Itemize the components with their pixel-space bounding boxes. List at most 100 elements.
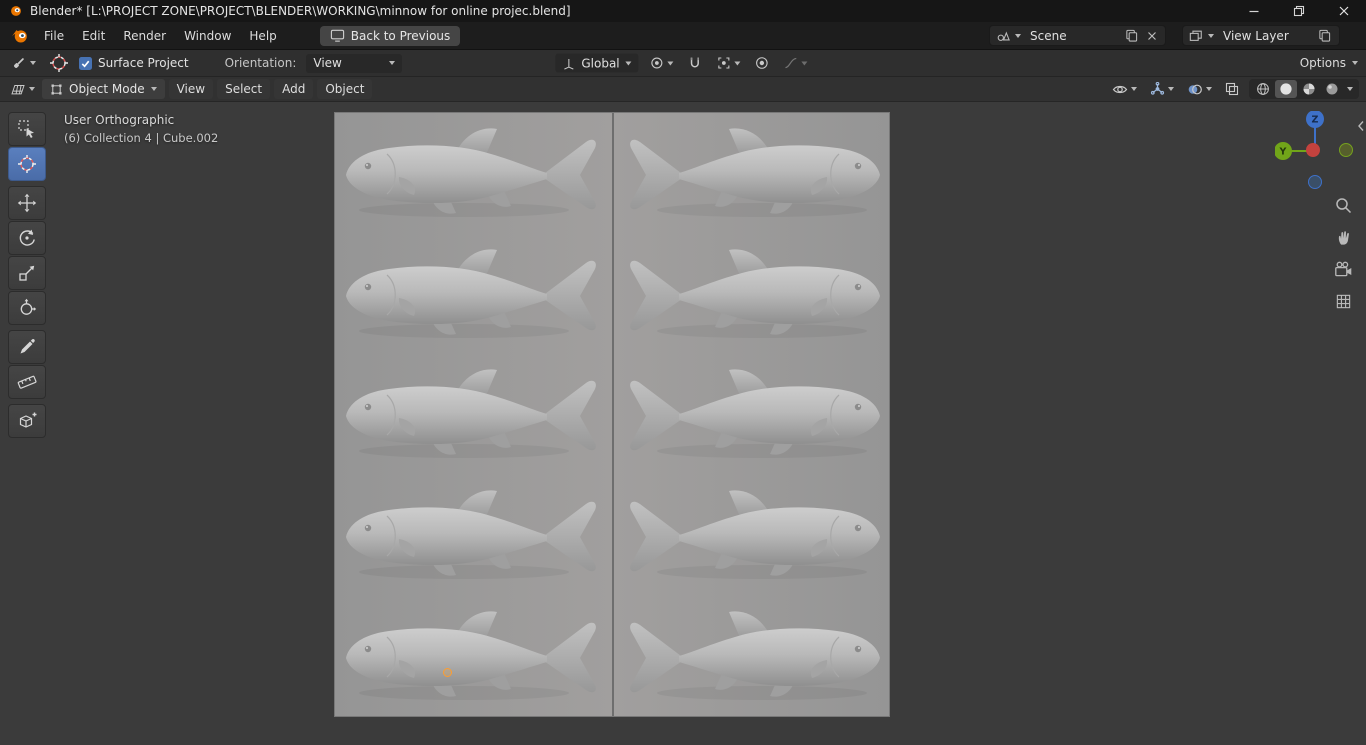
- orientation-dropdown[interactable]: View: [306, 53, 403, 73]
- tool-settings-bar: Surface Project Orientation: View Global: [0, 50, 1366, 77]
- plane-left-half[interactable]: [335, 113, 612, 716]
- tool-measure[interactable]: [8, 365, 46, 399]
- tool-rotate[interactable]: [8, 221, 46, 255]
- tool-transform[interactable]: [8, 291, 46, 325]
- axes-icon: [564, 58, 574, 70]
- active-object-label: (6) Collection 4 | Cube.002: [64, 131, 219, 145]
- ground-plane[interactable]: [335, 113, 889, 716]
- blender-logo-icon: [9, 4, 23, 18]
- chevron-down-icon: [1168, 87, 1174, 91]
- xray-icon: [1225, 82, 1239, 96]
- camera-view-control[interactable]: [1332, 258, 1354, 280]
- new-view-layer-button[interactable]: [1316, 27, 1333, 44]
- window-title: Blender* [L:\PROJECT ZONE\PROJECT\BLENDE…: [30, 4, 571, 18]
- xray-toggle-button[interactable]: [1222, 80, 1242, 98]
- tool-move[interactable]: [8, 186, 46, 220]
- new-scene-button[interactable]: [1123, 27, 1140, 44]
- fish-model[interactable]: [338, 485, 610, 585]
- viewport-canvas[interactable]: User Orthographic (6) Collection 4 | Cub…: [0, 102, 1366, 745]
- tool-cursor[interactable]: [8, 147, 46, 181]
- transform-orientation-dropdown[interactable]: Global: [555, 53, 639, 73]
- shading-rendered-button[interactable]: [1321, 80, 1343, 98]
- surface-project-checkbox[interactable]: [79, 56, 92, 70]
- menu-render[interactable]: Render: [114, 26, 175, 46]
- tool-scale[interactable]: [8, 256, 46, 290]
- fish-model[interactable]: [616, 244, 888, 344]
- tool-select-box[interactable]: [8, 112, 46, 146]
- mode-dropdown[interactable]: Object Mode: [42, 79, 165, 99]
- zoom-control[interactable]: [1332, 194, 1354, 216]
- fish-model[interactable]: [616, 364, 888, 464]
- scene-name[interactable]: Scene: [1026, 29, 1118, 43]
- menu-help[interactable]: Help: [240, 26, 285, 46]
- pivot-point-dropdown[interactable]: [647, 54, 677, 73]
- grid-icon: [1336, 294, 1350, 308]
- close-button[interactable]: [1321, 0, 1366, 22]
- chevron-down-icon: [801, 61, 808, 65]
- proportional-editing-toggle[interactable]: [752, 54, 773, 73]
- chevron-down-icon: [734, 61, 741, 65]
- fish-model[interactable]: [338, 244, 610, 344]
- viewport-nav-controls: [1332, 194, 1354, 312]
- eye-icon: [1112, 85, 1128, 93]
- plane-right-half[interactable]: [612, 113, 889, 716]
- fish-model[interactable]: [616, 606, 888, 706]
- object-visibility-dropdown[interactable]: [1109, 81, 1140, 98]
- tool-annotate[interactable]: [8, 330, 46, 364]
- snap-target-icon: [718, 57, 730, 69]
- fish-model[interactable]: [616, 485, 888, 585]
- chevron-down-icon: [1131, 87, 1137, 91]
- menu-window[interactable]: Window: [175, 26, 240, 46]
- menu-view[interactable]: View: [168, 79, 214, 99]
- pan-control[interactable]: [1332, 226, 1354, 248]
- snap-settings-dropdown[interactable]: [714, 54, 744, 73]
- menu-add[interactable]: Add: [274, 79, 314, 99]
- snap-toggle-button[interactable]: [685, 54, 706, 73]
- options-label: Options: [1299, 56, 1346, 70]
- unlink-scene-button[interactable]: [1145, 29, 1159, 43]
- editor-type-button[interactable]: [7, 80, 38, 99]
- shading-solid-button[interactable]: [1275, 80, 1297, 98]
- options-dropdown[interactable]: Options: [1300, 56, 1358, 70]
- hand-icon: [1338, 231, 1349, 245]
- fish-model[interactable]: [616, 123, 888, 223]
- cursor-tool-indicator-icon: [50, 54, 68, 72]
- shading-material-preview-button[interactable]: [1298, 80, 1320, 98]
- view-layer-selector[interactable]: View Layer: [1182, 25, 1340, 46]
- orientation-label: Orientation:: [224, 56, 297, 70]
- top-menubar: File Edit Render Window Help Back to Pre…: [0, 22, 1366, 50]
- window-titlebar: Blender* [L:\PROJECT ZONE\PROJECT\BLENDE…: [0, 0, 1366, 22]
- fish-model[interactable]: [338, 606, 610, 706]
- view-layer-icon: [1189, 30, 1202, 41]
- axis-y-label: Y: [1279, 147, 1287, 158]
- fish-model[interactable]: [338, 123, 610, 223]
- show-gizmo-dropdown[interactable]: [1147, 80, 1177, 99]
- menu-select[interactable]: Select: [217, 79, 271, 99]
- axis-z-negative-ball[interactable]: [1308, 175, 1322, 189]
- viewport-editor-icon: [11, 84, 25, 94]
- scene-selector[interactable]: Scene: [989, 25, 1166, 46]
- show-overlays-dropdown[interactable]: [1184, 81, 1215, 98]
- transform-orientation-value: Global: [581, 56, 620, 70]
- menu-edit[interactable]: Edit: [73, 26, 114, 46]
- chevron-down-icon: [29, 87, 35, 91]
- minimize-button[interactable]: [1231, 0, 1276, 22]
- navigation-axis-gizmo[interactable]: Z Y: [1275, 111, 1355, 191]
- active-tool-editor-button[interactable]: [8, 53, 39, 73]
- sidebar-expand-arrow[interactable]: [1357, 120, 1365, 132]
- proportional-falloff-dropdown[interactable]: [781, 54, 811, 73]
- axis-x-ball[interactable]: [1306, 143, 1320, 157]
- restore-button[interactable]: [1276, 0, 1321, 22]
- view-layer-name[interactable]: View Layer: [1219, 29, 1311, 43]
- menu-object[interactable]: Object: [317, 79, 373, 99]
- gizmos-icon: [1150, 81, 1165, 95]
- menu-file[interactable]: File: [35, 26, 73, 46]
- orthographic-toggle-control[interactable]: [1332, 290, 1354, 312]
- surface-project-setting[interactable]: Surface Project: [79, 56, 189, 70]
- axis-y-negative-ball[interactable]: [1339, 143, 1353, 157]
- fish-model[interactable]: [338, 364, 610, 464]
- tool-add-cube[interactable]: [8, 404, 46, 438]
- back-to-previous-button[interactable]: Back to Previous: [319, 25, 461, 46]
- blender-app-icon[interactable]: [10, 28, 29, 44]
- shading-wireframe-button[interactable]: [1252, 80, 1274, 98]
